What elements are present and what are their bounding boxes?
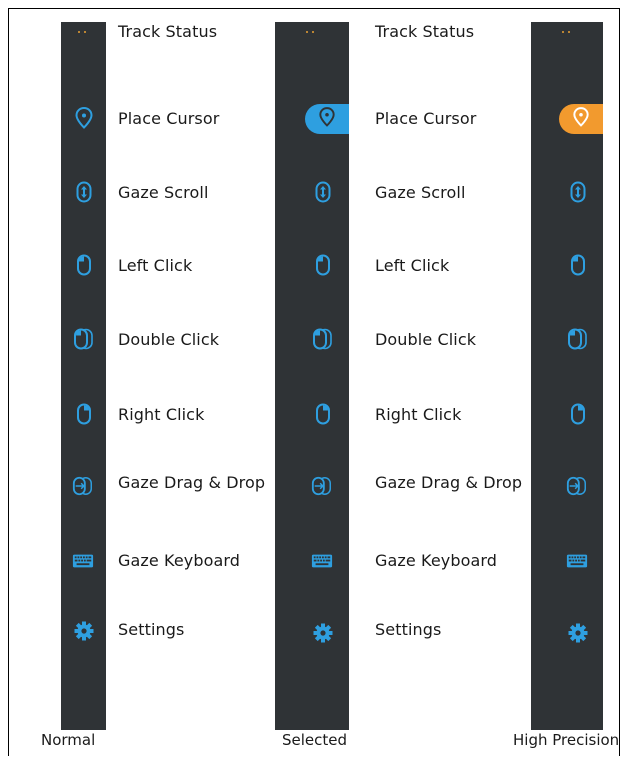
place-cursor-high-precision-pill[interactable] [559,104,603,134]
map-pin-icon [319,107,335,131]
track-status-dots-icon[interactable] [306,31,314,35]
label-left-click: Left Click [375,256,450,275]
label-gaze-scroll: Gaze Scroll [118,183,209,202]
scroll-arrows-icon[interactable] [567,181,589,203]
keyboard-icon[interactable] [566,550,588,572]
mouse-right-click-icon[interactable] [567,403,589,425]
map-pin-icon[interactable] [73,107,95,129]
label-gaze-drag-drop: Gaze Drag & Drop [375,473,523,492]
scroll-arrows-icon[interactable] [312,181,334,203]
map-pin-icon [573,107,589,131]
mouse-double-click-icon[interactable] [73,328,95,350]
label-place-cursor: Place Cursor [118,109,220,128]
label-settings: Settings [118,620,185,639]
gear-icon[interactable] [567,622,589,644]
label-left-click: Left Click [118,256,193,275]
keyboard-icon[interactable] [72,550,94,572]
gear-icon[interactable] [73,620,95,642]
mouse-left-click-icon[interactable] [312,254,334,276]
label-gaze-scroll: Gaze Scroll [375,183,466,202]
label-gaze-drag-drop: Gaze Drag & Drop [118,473,266,492]
label-track-status: Track Status [118,22,218,41]
caption-selected: Selected [282,731,348,749]
mouse-double-click-icon[interactable] [567,328,589,350]
gear-icon[interactable] [312,622,334,644]
caption-high-precision: High Precision [513,731,620,749]
label-gaze-keyboard: Gaze Keyboard [118,551,241,570]
label-settings: Settings [375,620,442,639]
label-double-click: Double Click [118,330,220,349]
mouse-right-click-icon[interactable] [73,403,95,425]
drag-drop-icon[interactable] [566,475,588,497]
mouse-right-click-icon[interactable] [312,403,334,425]
label-right-click: Right Click [375,405,462,424]
drag-drop-icon[interactable] [72,475,94,497]
keyboard-icon[interactable] [311,550,333,572]
mouse-left-click-icon[interactable] [73,254,95,276]
label-right-click: Right Click [118,405,205,424]
track-status-dots-icon[interactable] [562,31,570,35]
place-cursor-selected-pill[interactable] [305,104,349,134]
mouse-double-click-icon[interactable] [312,328,334,350]
caption-normal: Normal [41,731,96,749]
mouse-left-click-icon[interactable] [567,254,589,276]
track-status-dots-icon[interactable] [78,31,86,35]
label-double-click: Double Click [375,330,477,349]
label-gaze-keyboard: Gaze Keyboard [375,551,498,570]
label-place-cursor: Place Cursor [375,109,477,128]
scroll-arrows-icon[interactable] [73,181,95,203]
label-track-status: Track Status [375,22,475,41]
drag-drop-icon[interactable] [311,475,333,497]
